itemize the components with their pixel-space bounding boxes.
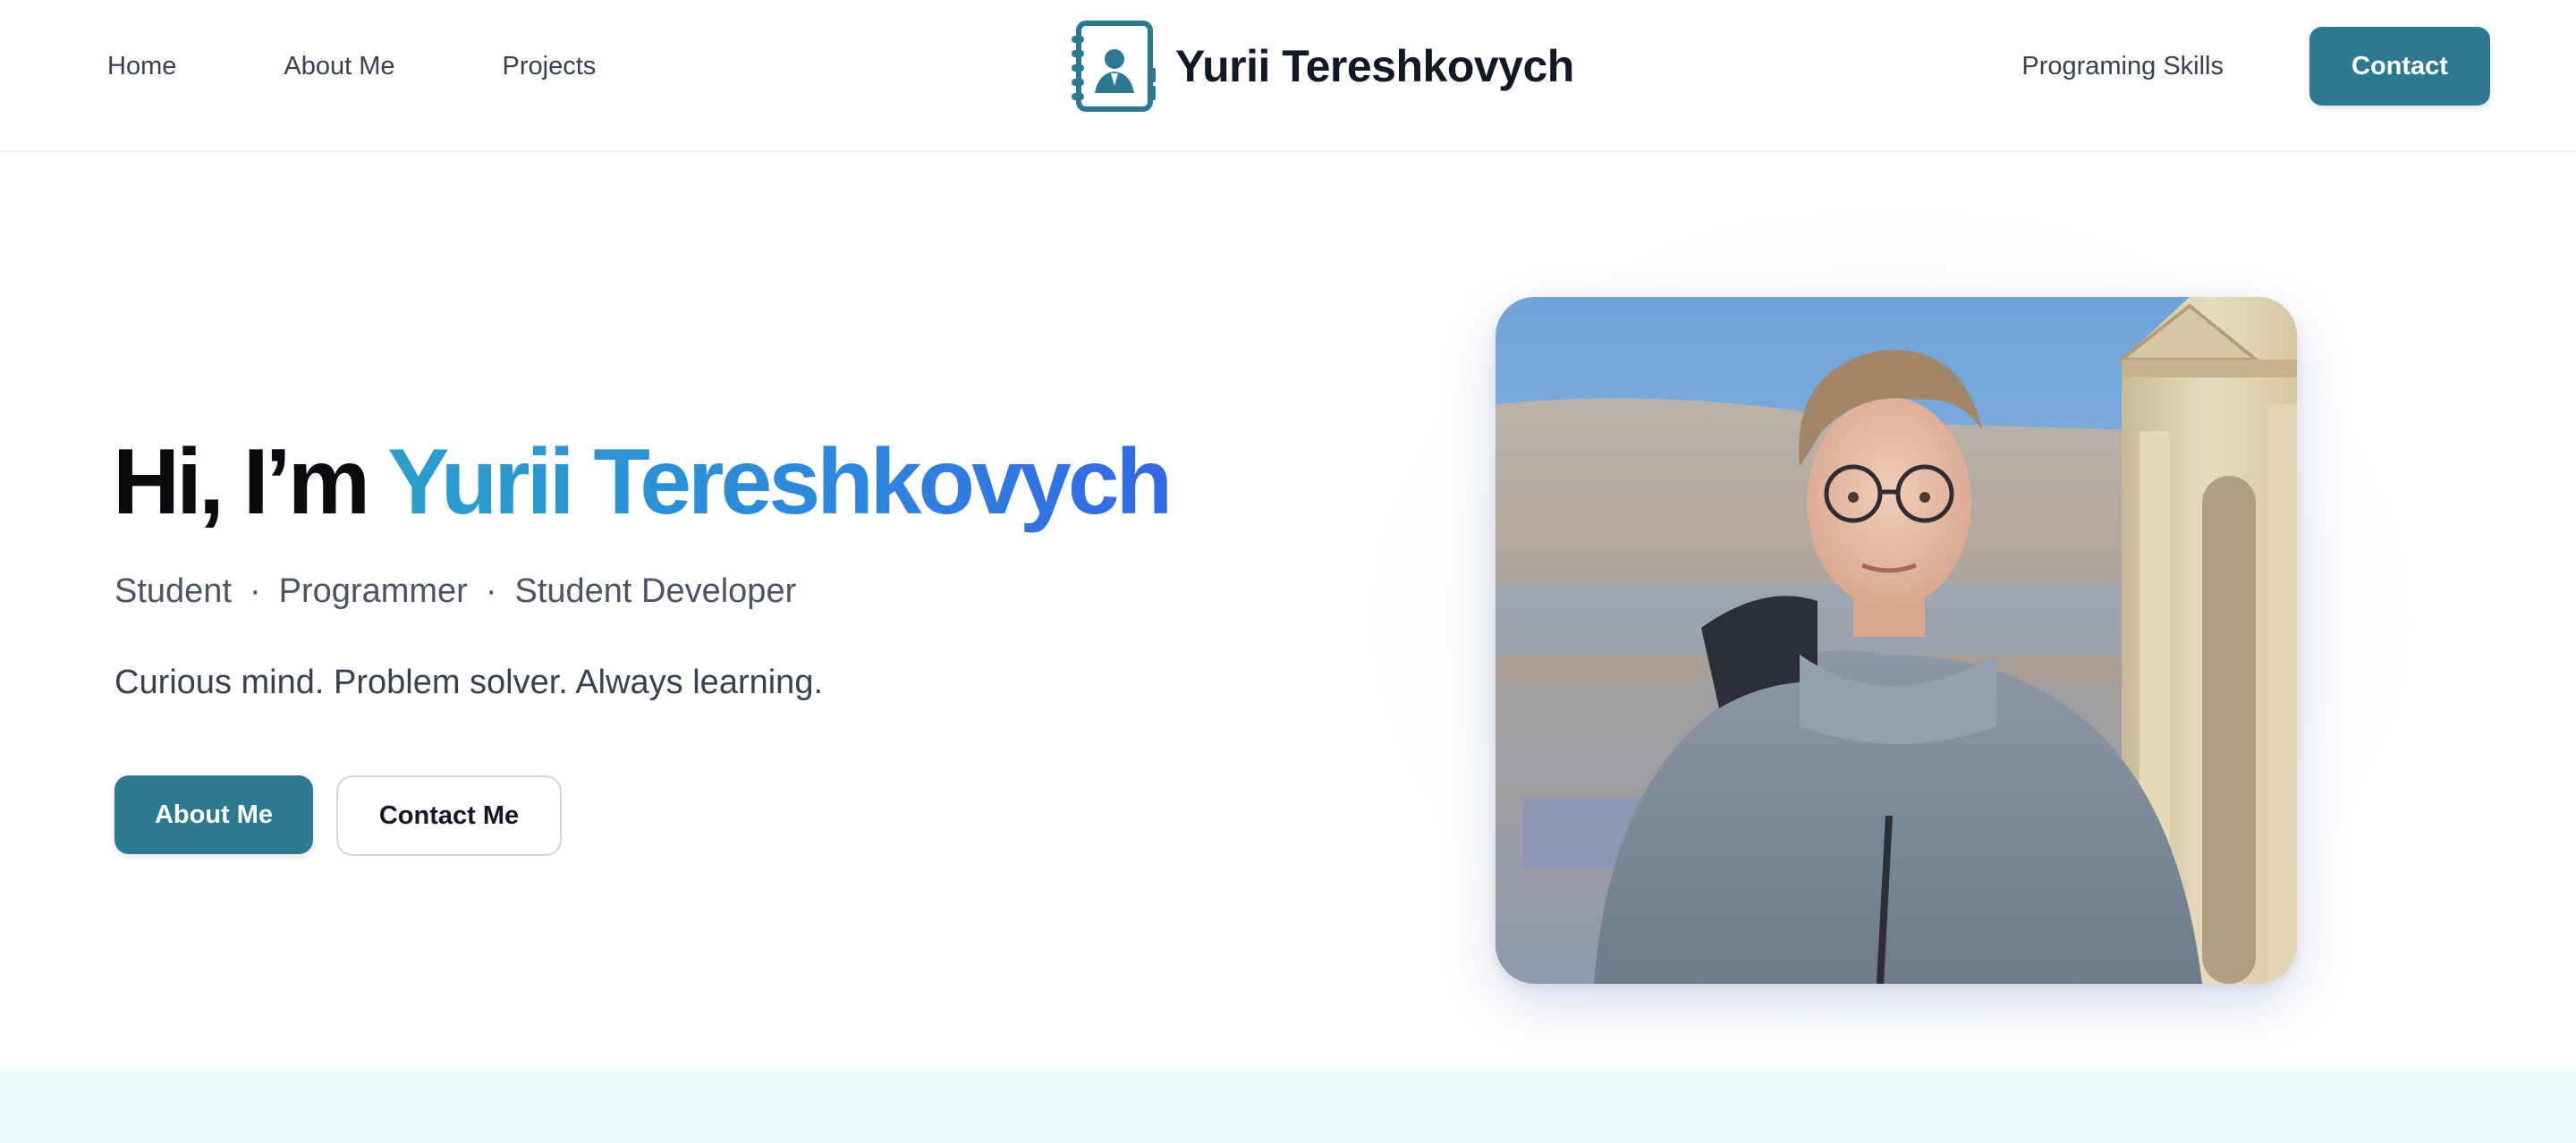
hero-buttons: About Me Contact Me xyxy=(114,775,562,856)
hero-title: Hi, I’m Yurii Tereshkovych xyxy=(113,430,1173,534)
brand-logo-link[interactable]: Yurii Tereshkovych xyxy=(1068,20,1574,113)
profile-photo xyxy=(1496,297,2297,984)
contact-button[interactable]: Contact xyxy=(2309,27,2490,106)
hero-tagline: Curious mind. Problem solver. Always lea… xyxy=(114,664,824,701)
nav-right: Programing Skills Contact xyxy=(2021,0,2490,132)
hero-section: Hi, I’m Yurii Tereshkovych Student · Pro… xyxy=(0,154,2576,1070)
brand-name: Yurii Tereshkovych xyxy=(1175,41,1574,91)
role-programmer: Programmer xyxy=(278,572,468,610)
role-separator: · xyxy=(250,572,261,610)
next-section-band xyxy=(0,1070,2576,1143)
contact-me-button[interactable]: Contact Me xyxy=(336,775,562,856)
nav-link-projects[interactable]: Projects xyxy=(503,52,597,81)
nav-link-home[interactable]: Home xyxy=(107,52,176,81)
about-me-button[interactable]: About Me xyxy=(114,775,313,854)
nav-left-links: Home About Me Projects xyxy=(107,0,703,132)
role-separator: · xyxy=(485,572,497,610)
hero-title-name: Yurii Tereshkovych xyxy=(387,430,1173,534)
nav-link-about-me[interactable]: About Me xyxy=(284,52,394,81)
hero-roles: Student · Programmer · Student Developer xyxy=(114,572,796,611)
role-student: Student xyxy=(114,572,232,610)
profile-photo-illustration xyxy=(1496,297,2297,984)
hero-title-prefix: Hi, I’m xyxy=(113,430,370,534)
role-student-developer: Student Developer xyxy=(514,572,797,610)
nav-link-programming-skills[interactable]: Programing Skills xyxy=(2021,52,2224,81)
contact-book-icon xyxy=(1072,21,1156,112)
top-navbar: Home About Me Projects Yurii Tereshkovyc… xyxy=(0,0,2576,152)
